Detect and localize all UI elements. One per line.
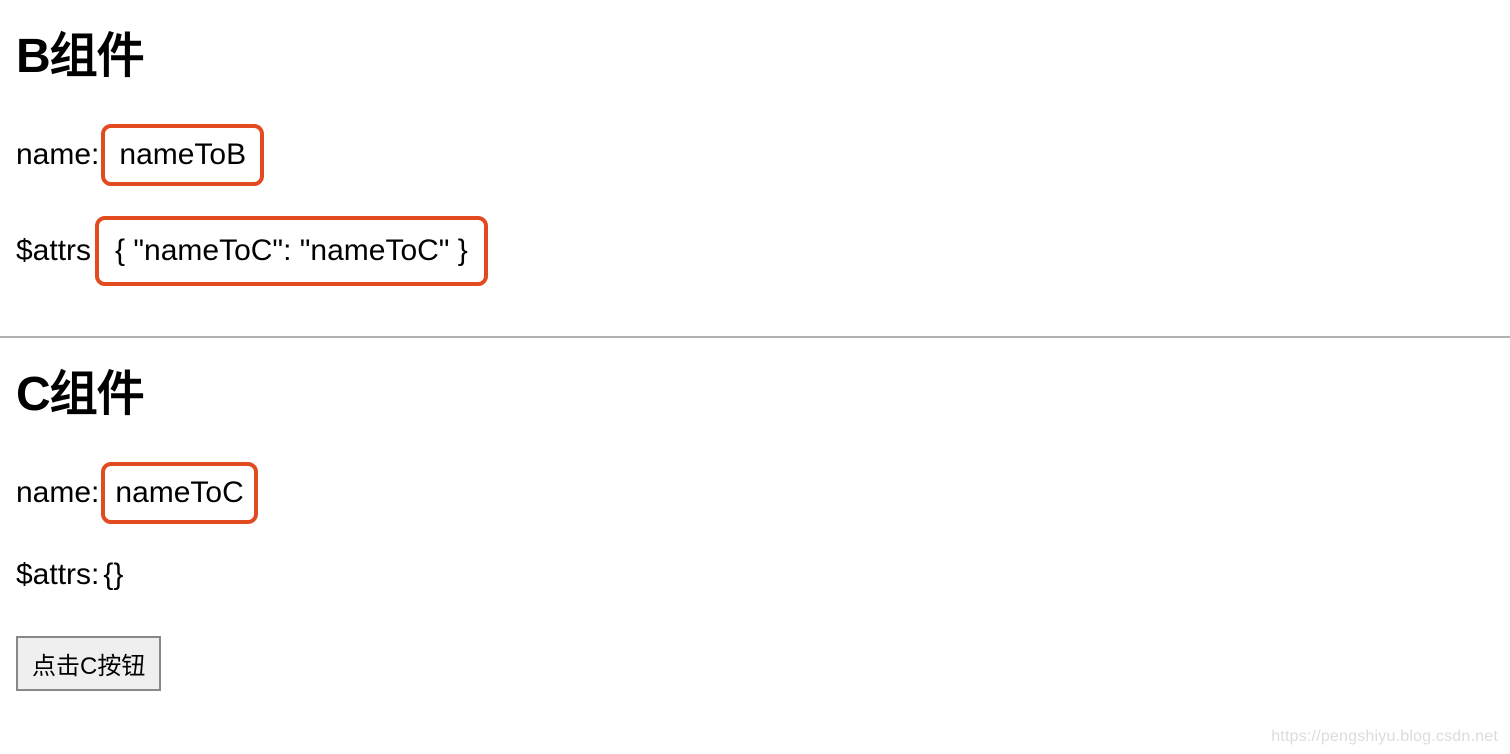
component-b-title: B组件 <box>16 16 1494 86</box>
component-b-name-row: name: nameToB <box>16 124 1494 186</box>
component-b-attrs-label: $attrs <box>16 230 91 272</box>
component-c-name-row: name: nameToC <box>16 462 1494 524</box>
component-c-attrs-row: $attrs: {} <box>16 554 1494 596</box>
component-b-section: B组件 name: nameToB $attrs { "nameToC": "n… <box>0 0 1510 336</box>
component-b-attrs-value: { "nameToC": "nameToC" } <box>95 216 488 286</box>
component-c-attrs-value: {} <box>103 554 123 596</box>
click-c-button[interactable]: 点击C按钮 <box>16 636 161 691</box>
component-c-attrs-label: $attrs: <box>16 554 99 596</box>
component-b-name-label: name: <box>16 134 99 176</box>
component-c-name-label: name: <box>16 472 99 514</box>
watermark: https://pengshiyu.blog.csdn.net <box>1271 728 1498 746</box>
component-c-name-value: nameToC <box>101 462 257 524</box>
component-c-title: C组件 <box>16 354 1494 424</box>
component-b-attrs-row: $attrs { "nameToC": "nameToC" } <box>16 216 1494 286</box>
component-c-section: C组件 name: nameToC $attrs: {} 点击C按钮 <box>0 338 1510 711</box>
component-b-name-value: nameToB <box>101 124 264 186</box>
